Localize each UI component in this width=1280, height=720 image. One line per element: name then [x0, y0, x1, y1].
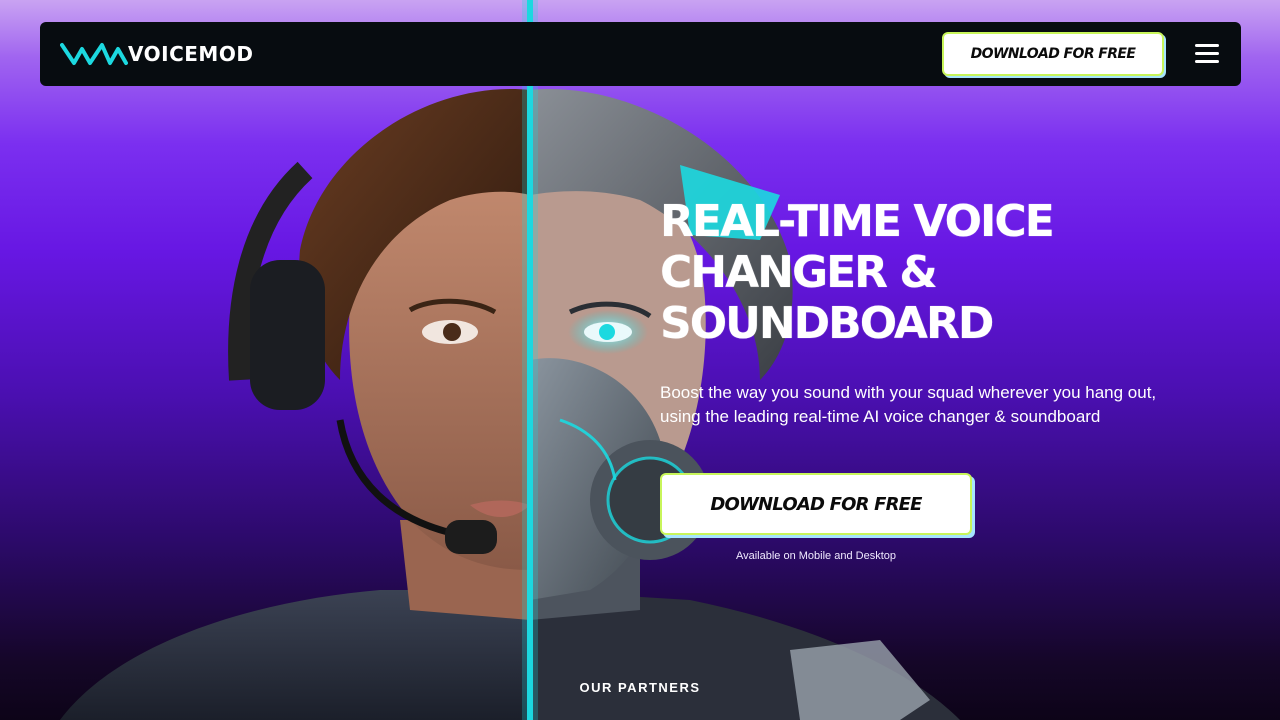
subtitle-line-2: using the leading real-time AI voice cha…: [660, 407, 1101, 426]
hero-download-button[interactable]: DOWNLOAD FOR FREE: [662, 475, 970, 533]
hero-subtitle: Boost the way you sound with your squad …: [660, 381, 1220, 429]
headline-line-2: CHANGER &: [660, 247, 938, 298]
headline-line-3: SOUNDBOARD: [660, 298, 994, 349]
hero-portrait-image: [60, 0, 960, 720]
voicemod-wave-logo-icon: [60, 43, 128, 65]
nav-download-button[interactable]: DOWNLOAD FOR FREE: [944, 34, 1162, 74]
headline-line-1: REAL-TIME VOICE: [660, 196, 1055, 247]
subtitle-line-1: Boost the way you sound with your squad …: [660, 383, 1157, 402]
hero-headline: REAL-TIME VOICE CHANGER & SOUNDBOARD: [660, 196, 1180, 349]
partners-heading: OUR PARTNERS: [579, 680, 701, 695]
brand-name: VOICEMOD: [128, 42, 254, 66]
hamburger-menu-icon[interactable]: [1195, 44, 1219, 64]
availability-note: Available on Mobile and Desktop: [735, 550, 896, 562]
top-navbar: VOICEMOD DOWNLOAD FOR FREE: [40, 22, 1241, 86]
voicemod-logo[interactable]: VOICEMOD: [60, 41, 253, 67]
